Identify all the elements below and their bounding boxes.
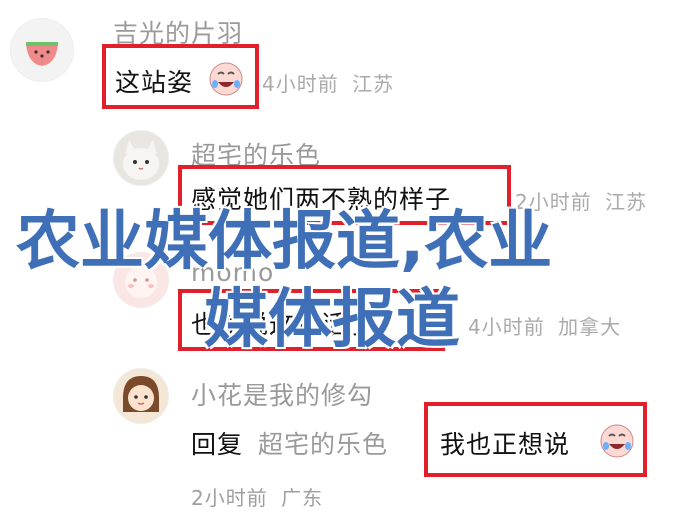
avatar[interactable] [10, 18, 74, 82]
time-text: 2小时前 [191, 486, 268, 510]
avatar[interactable] [113, 368, 169, 424]
comment-time: 4小时前 加拿大 [468, 311, 621, 340]
location-text: 广东 [281, 486, 324, 510]
cat-avatar-icon [123, 140, 159, 180]
location-text: 江苏 [352, 72, 395, 96]
avatar[interactable] [113, 130, 169, 186]
comment-text: 我也正想说 [440, 430, 571, 459]
overlay-title-line2: 媒体报道 [204, 283, 460, 357]
time-text: 4小时前 [262, 72, 339, 96]
comment-text: 这站姿 [115, 68, 194, 97]
laughing-emoji-icon [209, 62, 243, 96]
location-text: 江苏 [605, 190, 648, 214]
laughing-emoji-icon [600, 424, 634, 458]
watermelon-icon [26, 42, 58, 66]
comment-time: 2小时前 广东 [191, 482, 323, 511]
comment-time: 4小时前 江苏 [262, 68, 394, 97]
reply-to-username[interactable]: 超宅的乐色 [258, 430, 388, 459]
reply-word: 回复 [191, 430, 244, 459]
reply-prefix: 回复 超宅的乐色 [191, 425, 388, 461]
girl-avatar-icon [123, 376, 159, 412]
location-text: 加拿大 [558, 315, 622, 339]
time-text: 4小时前 [468, 315, 545, 339]
comment-username[interactable]: 小花是我的修勾 [191, 376, 373, 412]
